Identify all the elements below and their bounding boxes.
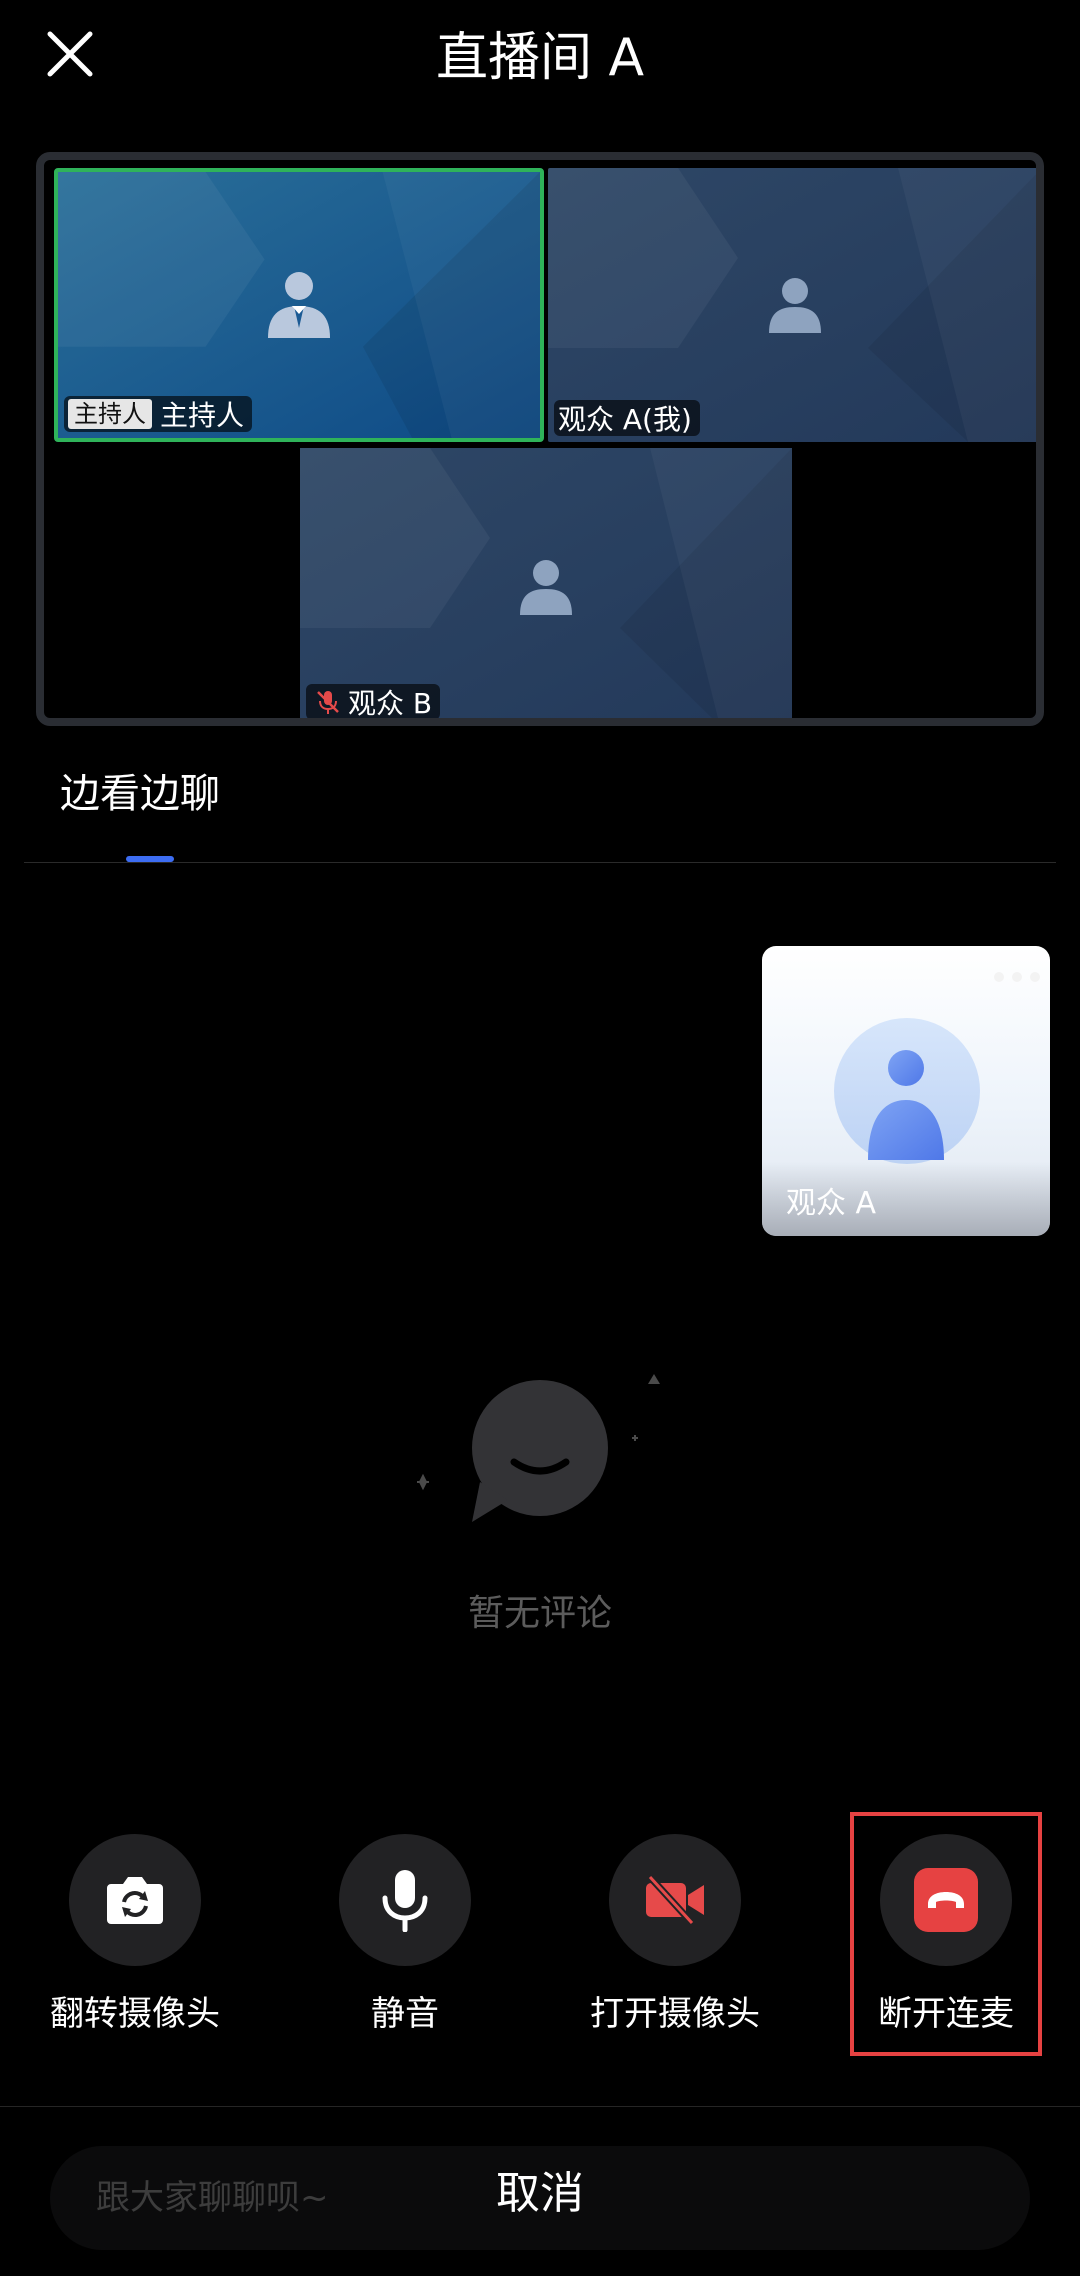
chat-placeholder: 跟大家聊聊呗~ bbox=[96, 2178, 329, 2218]
cancel-button[interactable]: 取消 bbox=[440, 2160, 640, 2228]
flip-camera-circle bbox=[69, 1834, 201, 1966]
audience-b-name-tag: 观众 B bbox=[306, 684, 441, 720]
chat-bubble-icon bbox=[417, 1374, 660, 1522]
host-name: 主持人 bbox=[160, 399, 245, 432]
camera-flip-icon bbox=[107, 1877, 163, 1924]
highlight-box bbox=[850, 1812, 1042, 2056]
mute-circle bbox=[339, 1834, 471, 1966]
mute-label: 静音 bbox=[371, 1994, 439, 2034]
flip-camera-button[interactable]: 翻转摄像头 bbox=[25, 1834, 245, 2036]
open-camera-button[interactable]: 打开摄像头 bbox=[565, 1834, 785, 2036]
self-preview-window[interactable]: 观众 A bbox=[762, 946, 1050, 1236]
open-camera-circle bbox=[609, 1834, 741, 1966]
tab-divider bbox=[24, 862, 1056, 863]
audience-a-name-tag: 观众 A(我) bbox=[554, 400, 700, 436]
microphone-icon bbox=[382, 1870, 428, 1932]
more-dots-icon[interactable] bbox=[994, 972, 1040, 982]
audience-b-name: 观众 B bbox=[348, 687, 433, 720]
mute-button[interactable]: 静音 bbox=[295, 1834, 515, 2036]
video-grid: 主持人 主持人 观众 A(我) 观众 B bbox=[36, 152, 1044, 726]
host-person-icon bbox=[268, 272, 330, 338]
open-camera-label: 打开摄像头 bbox=[590, 1994, 760, 2034]
video-tile-audience-b[interactable]: 观众 B bbox=[300, 448, 792, 720]
person-icon bbox=[520, 560, 572, 615]
self-preview-name: 观众 A bbox=[786, 1186, 877, 1221]
avatar-icon bbox=[834, 1018, 980, 1164]
video-tile-host[interactable]: 主持人 主持人 bbox=[54, 168, 544, 442]
host-name-tag: 主持人 主持人 bbox=[64, 396, 253, 432]
host-badge: 主持人 bbox=[68, 399, 152, 429]
tab-chat[interactable]: 边看边聊 bbox=[60, 764, 220, 824]
empty-state-text: 暂无评论 bbox=[467, 1593, 612, 1634]
audience-a-name: 观众 A(我) bbox=[558, 403, 692, 436]
bottom-divider bbox=[0, 2106, 1080, 2107]
flip-camera-label: 翻转摄像头 bbox=[50, 1994, 220, 2034]
mic-off-icon bbox=[317, 691, 339, 714]
video-tile-audience-a[interactable]: 观众 A(我) bbox=[548, 168, 1036, 442]
camera-off-icon bbox=[646, 1874, 704, 1926]
person-icon bbox=[769, 278, 821, 333]
page-title: 直播间 A bbox=[435, 28, 645, 88]
